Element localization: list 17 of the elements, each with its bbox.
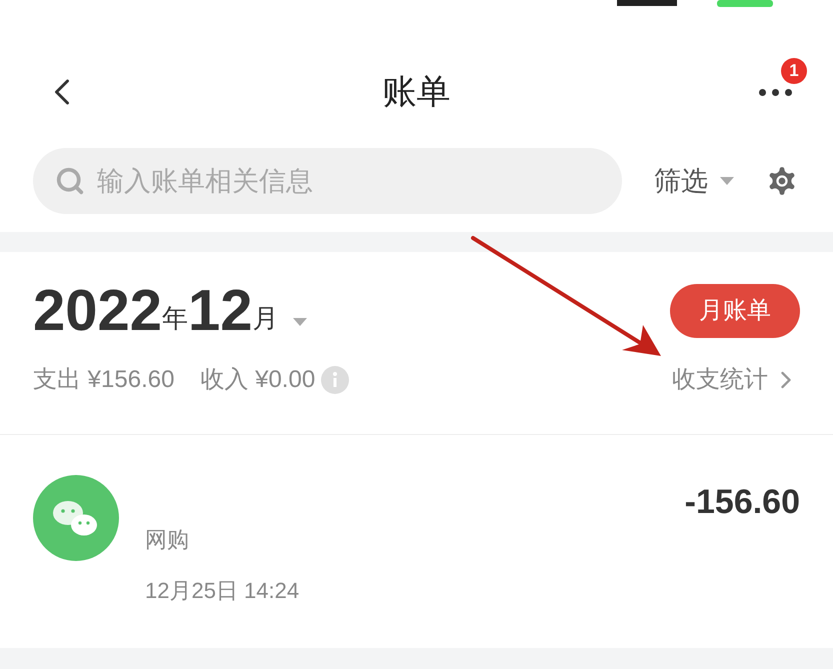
transaction-category: 网购 <box>145 526 190 554</box>
income-summary: 收入 ¥0.00 <box>200 365 316 395</box>
month-selector[interactable]: 2022年12月 <box>33 282 307 340</box>
expense-summary: 支出 ¥156.60 <box>33 365 174 395</box>
caret-icon <box>720 177 734 185</box>
notification-badge: 1 <box>781 58 807 84</box>
transaction-time: 12月25日 14:24 <box>145 577 300 605</box>
filter-dropdown[interactable]: 筛选 <box>654 160 734 202</box>
transaction-amount: -156.60 <box>684 482 800 523</box>
transaction-row[interactable]: 网购 12月25日 14:24 -156.60 <box>0 435 833 648</box>
chat-bubbles-icon <box>33 475 119 561</box>
page-title: 账单 <box>382 72 450 112</box>
monthly-bill-button[interactable]: 月账单 <box>670 284 800 338</box>
search-icon <box>55 166 85 196</box>
search-field[interactable]: 输入账单相关信息 <box>33 148 622 214</box>
caret-icon <box>292 318 307 326</box>
stats-link[interactable]: 收支统计 <box>672 362 800 398</box>
